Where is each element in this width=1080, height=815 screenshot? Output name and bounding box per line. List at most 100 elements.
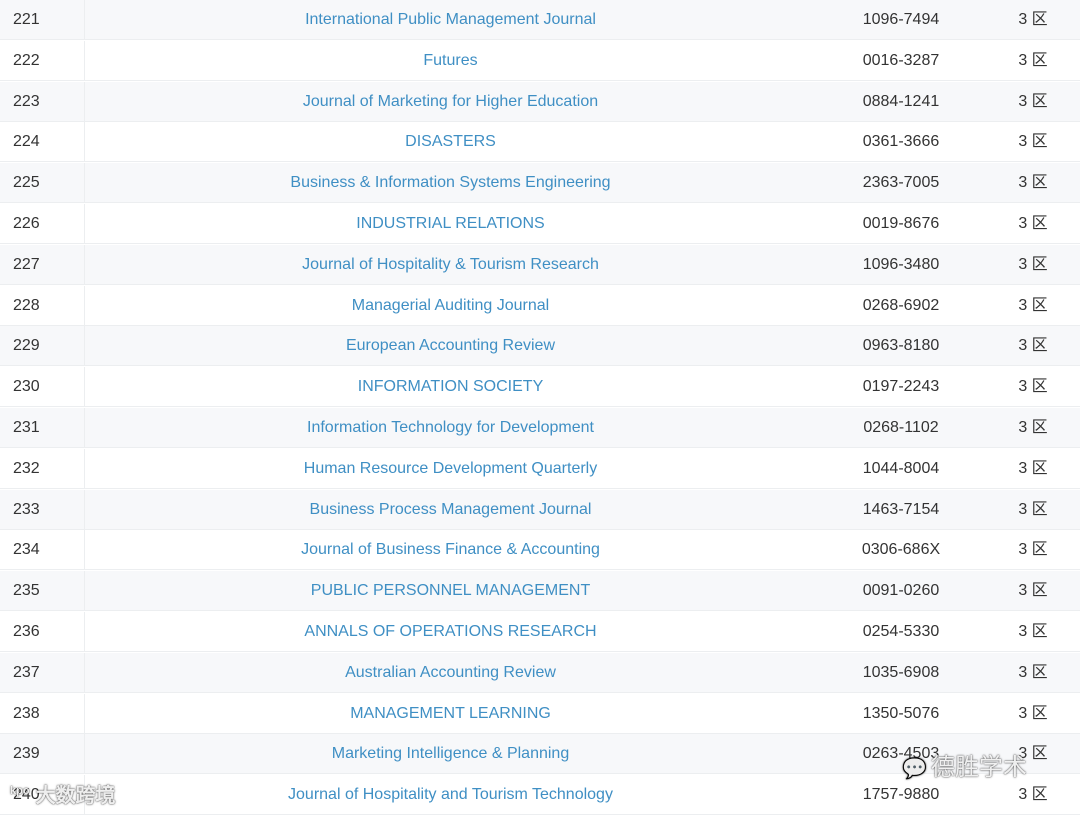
row-number: 227 (13, 255, 40, 273)
table-row: 224 DISASTERS 0361-3666 3 区 (0, 122, 1080, 163)
issn-cell: 0268-1102 (863, 419, 939, 436)
journal-title-link[interactable]: PUBLIC PERSONNEL MANAGEMENT (84, 571, 816, 612)
journal-title-link[interactable]: Managerial Auditing Journal (84, 285, 816, 326)
row-number: 229 (13, 337, 40, 355)
table-row: 232 Human Resource Development Quarterly 1… (0, 448, 1080, 489)
table-row: 229 European Accounting Review 0963-8180 3 … (0, 326, 1080, 367)
issn-cell: 1044-8004 (862, 459, 940, 477)
zone-cell: 3 区 (1018, 623, 1048, 640)
table-row: 222 Futures 0016-3287 3 区 (0, 40, 1080, 81)
journal-title-link[interactable]: DISASTERS (84, 122, 816, 163)
table-row: 226 INDUSTRIAL RELATIONS 0019-8676 3 区 (0, 204, 1080, 244)
table-row: 227 Journal of Hospitality & Tourism Rese… (0, 244, 1080, 285)
journal-title-link[interactable]: Journal of Business Finance & Accounting (84, 530, 816, 571)
row-number: 234 (13, 541, 40, 559)
journal-title-link[interactable]: Business Process Management Journal (84, 489, 816, 530)
row-number: 238 (13, 704, 40, 722)
table-row: 230 INFORMATION SOCIETY 0197-2243 3 区 (0, 367, 1080, 408)
issn-cell: 0091-0260 (862, 582, 940, 600)
table-row: 234 Journal of Business Finance & Account… (0, 530, 1080, 571)
zone-cell: 3 区 (1018, 541, 1048, 559)
issn-cell: 0254-5330 (862, 623, 940, 640)
journal-title-link[interactable]: Journal of Marketing for Higher Educatio… (84, 81, 816, 122)
row-number: 221 (13, 11, 40, 28)
row-number: 232 (13, 459, 40, 477)
zone-cell: 3 区 (1018, 92, 1048, 110)
issn-cell: 0268-6902 (862, 296, 940, 314)
issn-cell: 0884-1241 (862, 92, 940, 110)
table-row: 225 Business & Information Systems Engine… (0, 163, 1080, 204)
zone-cell: 3 区 (1018, 255, 1048, 273)
row-number: 228 (13, 296, 40, 314)
row-number: 236 (13, 623, 40, 640)
issn-cell: 1350-5076 (862, 704, 940, 722)
journal-title-link[interactable]: MANAGEMENT LEARNING (84, 693, 816, 734)
watermark-left-text: 大数跨境 (35, 785, 116, 807)
table-row: 228 Managerial Auditing Journal 0268-6902 3… (0, 285, 1080, 326)
issn-cell: 1463-7154 (862, 500, 940, 518)
journal-title-link[interactable]: Journal of Hospitality & Tourism Researc… (84, 244, 816, 285)
table-row: 233 Business Process Management Journal 14… (0, 489, 1080, 530)
row-number: 224 (13, 133, 40, 151)
watermark-left: kpo 大数跨境 (10, 779, 116, 808)
issn-cell: 0963-8180 (862, 337, 940, 355)
journal-title-link[interactable]: INFORMATION SOCIETY (84, 367, 816, 408)
row-number: 235 (13, 582, 40, 600)
journal-title-link[interactable]: Marketing Intelligence & Planning (84, 734, 816, 775)
zone-cell: 3 区 (1018, 419, 1048, 436)
journal-title-link[interactable]: Australian Accounting Review (84, 652, 816, 693)
zone-cell: 3 区 (1018, 704, 1048, 722)
watermark-tag: kpo (10, 785, 30, 797)
row-number: 231 (13, 419, 40, 436)
zone-cell: 3 区 (1018, 500, 1048, 518)
zone-cell: 3 区 (1018, 296, 1048, 314)
zone-cell: 3 区 (1018, 174, 1048, 192)
issn-cell: 1096-7494 (862, 11, 940, 28)
issn-cell: 0019-8676 (862, 215, 940, 232)
issn-cell: 0361-3666 (862, 133, 940, 151)
wechat-icon: 💬 (902, 758, 927, 780)
row-number: 230 (13, 378, 40, 396)
zone-cell: 3 区 (1018, 51, 1048, 69)
table-row: 238 MANAGEMENT LEARNING 1350-5076 3 区 (0, 693, 1080, 734)
journal-title-link[interactable]: ANNALS OF OPERATIONS RESEARCH (84, 612, 816, 652)
journal-title-link[interactable]: Futures (84, 40, 816, 81)
watermark-right-text: 德胜学术 (930, 754, 1027, 781)
issn-cell: 0197-2243 (862, 378, 940, 396)
table-row: 235 PUBLIC PERSONNEL MANAGEMENT 0091-0260 3… (0, 571, 1080, 612)
journal-title-link[interactable]: INDUSTRIAL RELATIONS (84, 204, 816, 244)
zone-cell: 3 区 (1018, 337, 1048, 355)
table-row: 223 Journal of Marketing for Higher Educa… (0, 81, 1080, 122)
row-number: 222 (13, 51, 40, 69)
zone-cell: 3 区 (1018, 215, 1048, 232)
table-row: 221 International Public Management Journ… (0, 0, 1080, 40)
zone-cell: 3 区 (1018, 582, 1048, 600)
table-row: 231 Information Technology for Developmen… (0, 408, 1080, 448)
zone-cell: 3 区 (1018, 459, 1048, 477)
issn-cell: 0306-686X (861, 541, 941, 559)
row-number: 237 (13, 663, 40, 681)
journal-title-link[interactable]: Information Technology for Development (84, 408, 816, 448)
journal-title-link[interactable]: European Accounting Review (84, 326, 816, 367)
watermark-right: 💬 德胜学术 (902, 747, 1027, 782)
table-row: 236 ANNALS OF OPERATIONS RESEARCH 0254-533… (0, 612, 1080, 652)
journal-title-link[interactable]: Journal of Hospitality and Tourism Techn… (84, 775, 816, 815)
journal-title-link[interactable]: Human Resource Development Quarterly (84, 448, 816, 489)
row-number: 223 (13, 92, 40, 110)
zone-cell: 3 区 (1018, 663, 1048, 681)
issn-cell: 0016-3287 (862, 51, 940, 69)
table-row: 237 Australian Accounting Review 1035-6908… (0, 652, 1080, 693)
row-number: 226 (13, 215, 40, 232)
journal-table: 221 International Public Management Journ… (0, 0, 1080, 815)
journal-title-link[interactable]: International Public Management Journal (84, 0, 816, 40)
zone-cell: 3 区 (1018, 378, 1048, 396)
issn-cell: 2363-7005 (862, 174, 940, 192)
zone-cell: 3 区 (1018, 133, 1048, 151)
issn-cell: 1035-6908 (862, 663, 940, 681)
row-number: 239 (13, 745, 40, 763)
row-number: 225 (13, 174, 40, 192)
issn-cell: 1096-3480 (862, 255, 940, 273)
journal-title-link[interactable]: Business & Information Systems Engineeri… (84, 163, 816, 204)
row-number: 233 (13, 500, 40, 518)
zone-cell: 3 区 (1018, 11, 1048, 28)
